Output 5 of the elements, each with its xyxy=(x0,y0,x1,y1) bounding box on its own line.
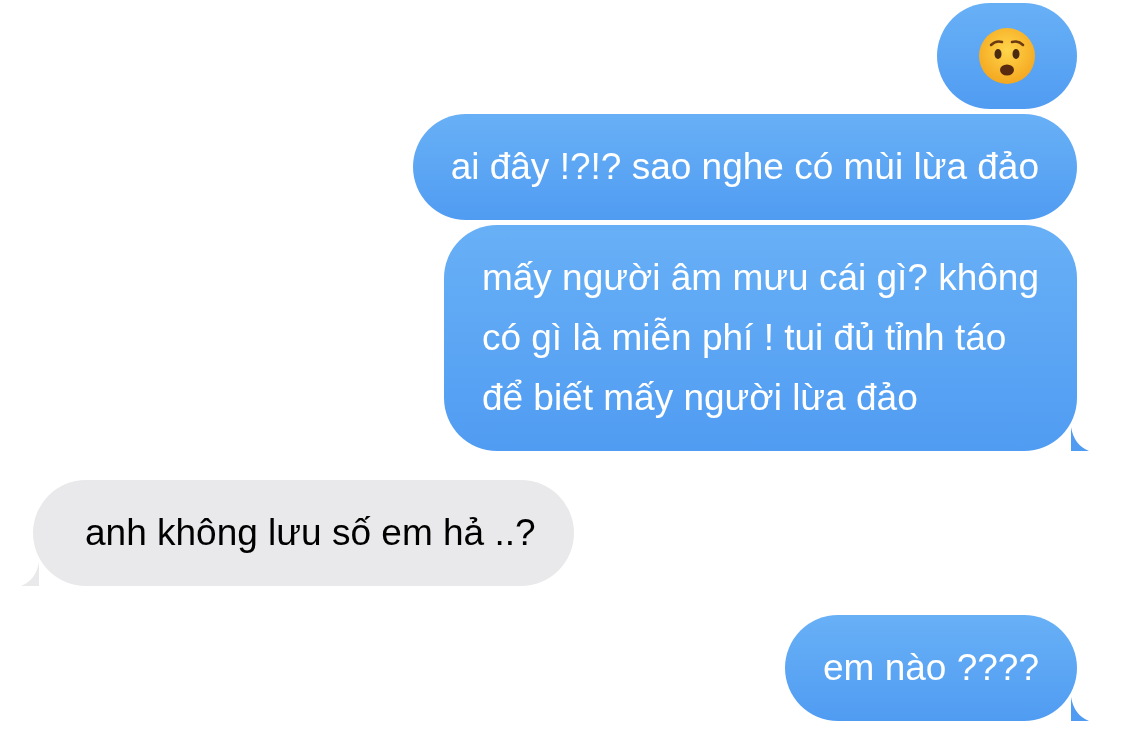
message-bubble: mấy người âm mưu cái gì? không có gì là miễn phí ! tui đủ tỉnh táo để biết mấy người lừa đảo xyxy=(443,225,1077,451)
message-bubble: em nào ???? xyxy=(785,615,1077,721)
message-bubble: anh không lưu số em hả ..? xyxy=(33,480,574,586)
worried-face-icon xyxy=(978,27,1036,85)
message-bubble: ai đây !?!? sao nghe có mùi lừa đảo xyxy=(412,114,1077,220)
